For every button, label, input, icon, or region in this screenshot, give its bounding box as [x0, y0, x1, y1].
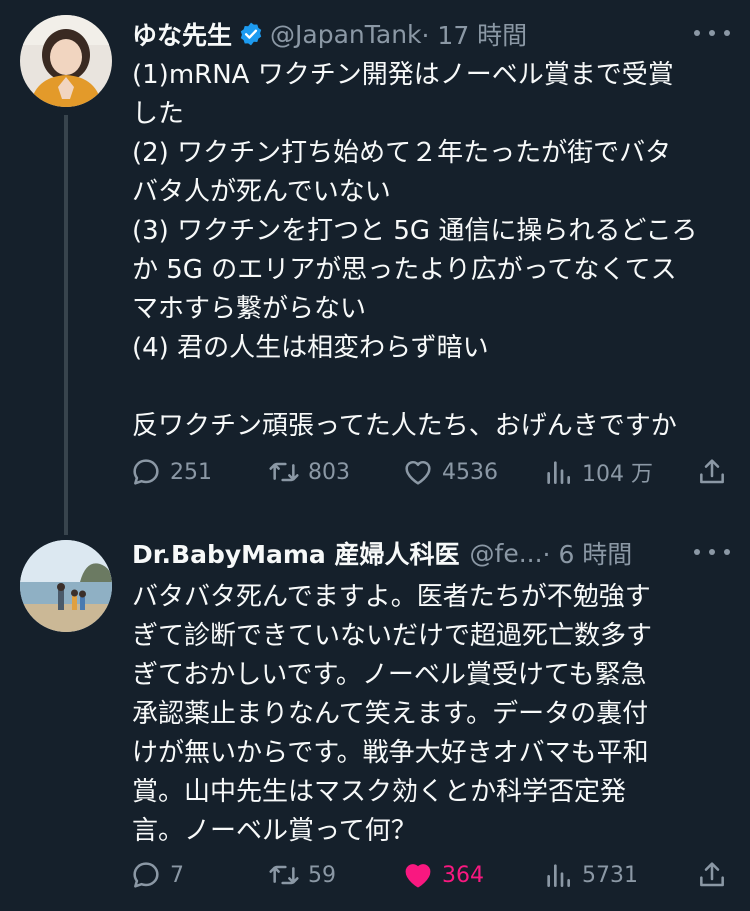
reply-button[interactable]: 7	[130, 855, 184, 895]
retweet-icon	[269, 865, 299, 885]
timestamp[interactable]: · 17 時間	[422, 16, 528, 52]
like-count: 364	[442, 862, 484, 888]
views-count: 5731	[582, 862, 638, 888]
heart-icon	[405, 864, 431, 888]
retweet-count: 803	[308, 459, 350, 485]
more-icon[interactable]	[694, 537, 730, 567]
handle[interactable]: @JapanTank	[270, 20, 422, 49]
heart-icon	[405, 460, 431, 485]
display-name[interactable]: ゆな先生	[132, 16, 232, 52]
reply-button[interactable]: 251	[130, 452, 212, 492]
handle[interactable]: @fe...	[470, 539, 543, 568]
avatar[interactable]	[20, 15, 112, 107]
retweet-count: 59	[308, 862, 336, 888]
share-icon	[700, 459, 724, 484]
like-count: 4536	[442, 459, 498, 485]
thread-connector-line	[64, 115, 68, 535]
views-button[interactable]: 104 万	[542, 452, 653, 492]
share-icon	[700, 862, 724, 887]
tweet[interactable]: Dr.BabyMama 産婦人科医 @fe... · 6 時間 バタバタ死んでま…	[0, 520, 750, 911]
tweet-header: ゆな先生 @JapanTank · 17 時間	[132, 14, 730, 54]
share-button[interactable]	[696, 855, 728, 895]
reply-count: 7	[170, 862, 184, 888]
action-bar: 7 59 364 5731	[130, 855, 728, 895]
retweet-button[interactable]: 803	[268, 452, 350, 492]
views-button[interactable]: 5731	[542, 855, 638, 895]
reply-icon	[133, 862, 159, 888]
action-bar: 251 803 4536 104 万	[130, 452, 728, 492]
reply-count: 251	[170, 459, 212, 485]
views-icon	[547, 864, 570, 887]
share-button[interactable]	[696, 452, 728, 492]
views-count: 104 万	[582, 462, 653, 487]
tweet-text: (1)mRNA ワクチン開発はノーベル賞まで受賞 した (2) ワクチン打ち始め…	[132, 60, 698, 441]
tweet-text: バタバタ死んでますよ。医者たちが不勉強す ぎて診断できていないだけで超過死亡数多…	[132, 582, 653, 846]
like-button[interactable]: 4536	[402, 452, 498, 492]
reply-icon	[133, 459, 159, 485]
retweet-icon	[269, 462, 299, 482]
views-icon	[547, 461, 570, 484]
display-name[interactable]: Dr.BabyMama 産婦人科医	[132, 535, 460, 571]
like-button[interactable]: 364	[402, 855, 484, 895]
avatar[interactable]	[20, 540, 112, 632]
tweet[interactable]: ゆな先生 @JapanTank · 17 時間 (1)mRNA ワクチン開発はノ…	[0, 0, 750, 535]
verified-badge-icon	[238, 21, 264, 47]
tweet-header: Dr.BabyMama 産婦人科医 @fe... · 6 時間	[132, 533, 730, 573]
more-icon[interactable]	[694, 18, 730, 48]
retweet-button[interactable]: 59	[268, 855, 336, 895]
timestamp[interactable]: · 6 時間	[543, 535, 633, 571]
